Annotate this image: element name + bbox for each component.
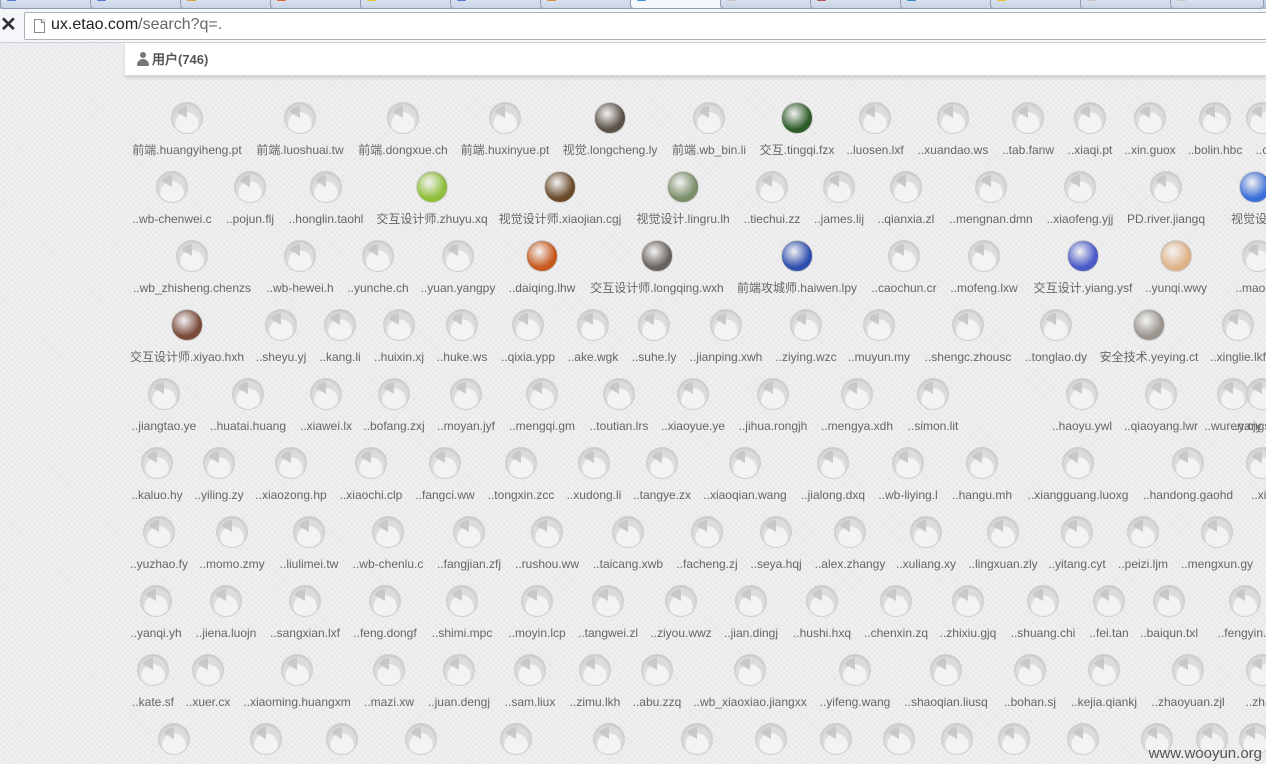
user-card[interactable]: 视觉设计: [1175, 171, 1266, 226]
user-avatar-photo[interactable]: [594, 102, 626, 134]
default-avatar-icon[interactable]: [387, 102, 419, 134]
default-avatar-icon[interactable]: [1246, 378, 1266, 410]
user-name-link[interactable]: ..fengyin.z: [1165, 626, 1266, 640]
user-name-link[interactable]: ..xia: [1182, 488, 1266, 502]
user-name-link[interactable]: ..c: [1182, 143, 1266, 157]
default-avatar-icon[interactable]: [968, 240, 1000, 272]
default-avatar-icon[interactable]: [171, 102, 203, 134]
user-name-link[interactable]: ..yangshi.lh: [1182, 419, 1266, 433]
user-name-link[interactable]: ..xinglie.lkf: [1158, 350, 1266, 364]
default-avatar-icon[interactable]: [1246, 447, 1266, 479]
user-card[interactable]: ..simon.lit: [853, 378, 1013, 433]
default-avatar-icon[interactable]: [966, 447, 998, 479]
default-avatar-icon[interactable]: [917, 378, 949, 410]
user-grid: 前端.huangyiheng.pt 前端.luoshuai.tw 前端.dongxu…: [0, 0, 1266, 764]
user-avatar-photo[interactable]: [781, 240, 813, 272]
default-avatar-icon[interactable]: [641, 654, 673, 686]
default-avatar-icon[interactable]: [310, 171, 342, 203]
user-avatar-photo[interactable]: [641, 240, 673, 272]
user-avatar-photo[interactable]: [1067, 240, 1099, 272]
default-avatar-icon[interactable]: [1229, 585, 1261, 617]
user-name-link[interactable]: ..mengxun.gy: [1137, 557, 1266, 571]
default-avatar-icon[interactable]: [1242, 240, 1266, 272]
default-avatar-icon[interactable]: [1246, 102, 1266, 134]
user-name-link[interactable]: 视觉设计: [1175, 212, 1266, 226]
user-card[interactable]: ..yangshi.lh: [1182, 378, 1266, 433]
user-name-link[interactable]: ..maoxin: [1178, 281, 1266, 295]
user-name-link[interactable]: ..zhan: [1182, 695, 1266, 709]
user-avatar-photo[interactable]: [171, 309, 203, 341]
user-card[interactable]: ..mengxun.gy: [1137, 516, 1266, 571]
default-avatar-icon[interactable]: [176, 240, 208, 272]
user-avatar-photo[interactable]: [1239, 171, 1266, 203]
user-card[interactable]: ..c: [1182, 102, 1266, 157]
default-avatar-icon[interactable]: [1246, 654, 1266, 686]
user-name-link[interactable]: 交互设计师.longqing.wxh: [577, 281, 737, 295]
default-avatar-icon[interactable]: [1062, 447, 1094, 479]
user-avatar-photo[interactable]: [526, 240, 558, 272]
user-card[interactable]: ..maoxin: [1178, 240, 1266, 295]
user-name-link[interactable]: ..simon.lit: [853, 419, 1013, 433]
default-avatar-icon[interactable]: [1222, 309, 1254, 341]
user-card[interactable]: ..xia: [1182, 447, 1266, 502]
user-card[interactable]: ..zhan: [1182, 654, 1266, 709]
user-card[interactable]: ..fengyin.z: [1165, 585, 1266, 640]
default-avatar-icon[interactable]: [1201, 516, 1233, 548]
default-avatar-icon[interactable]: [405, 723, 437, 755]
default-avatar-icon[interactable]: [284, 102, 316, 134]
watermark: www.wooyun.org: [1148, 745, 1262, 762]
default-avatar-icon[interactable]: [734, 654, 766, 686]
user-card[interactable]: 交互设计师.longqing.wxh: [577, 240, 737, 295]
user-avatar-photo[interactable]: [544, 171, 576, 203]
default-avatar-icon[interactable]: [500, 723, 532, 755]
default-avatar-icon[interactable]: [489, 102, 521, 134]
default-avatar-icon[interactable]: [1040, 309, 1072, 341]
user-card[interactable]: ..xinglie.lkf: [1158, 309, 1266, 364]
user-avatar-photo[interactable]: [416, 171, 448, 203]
